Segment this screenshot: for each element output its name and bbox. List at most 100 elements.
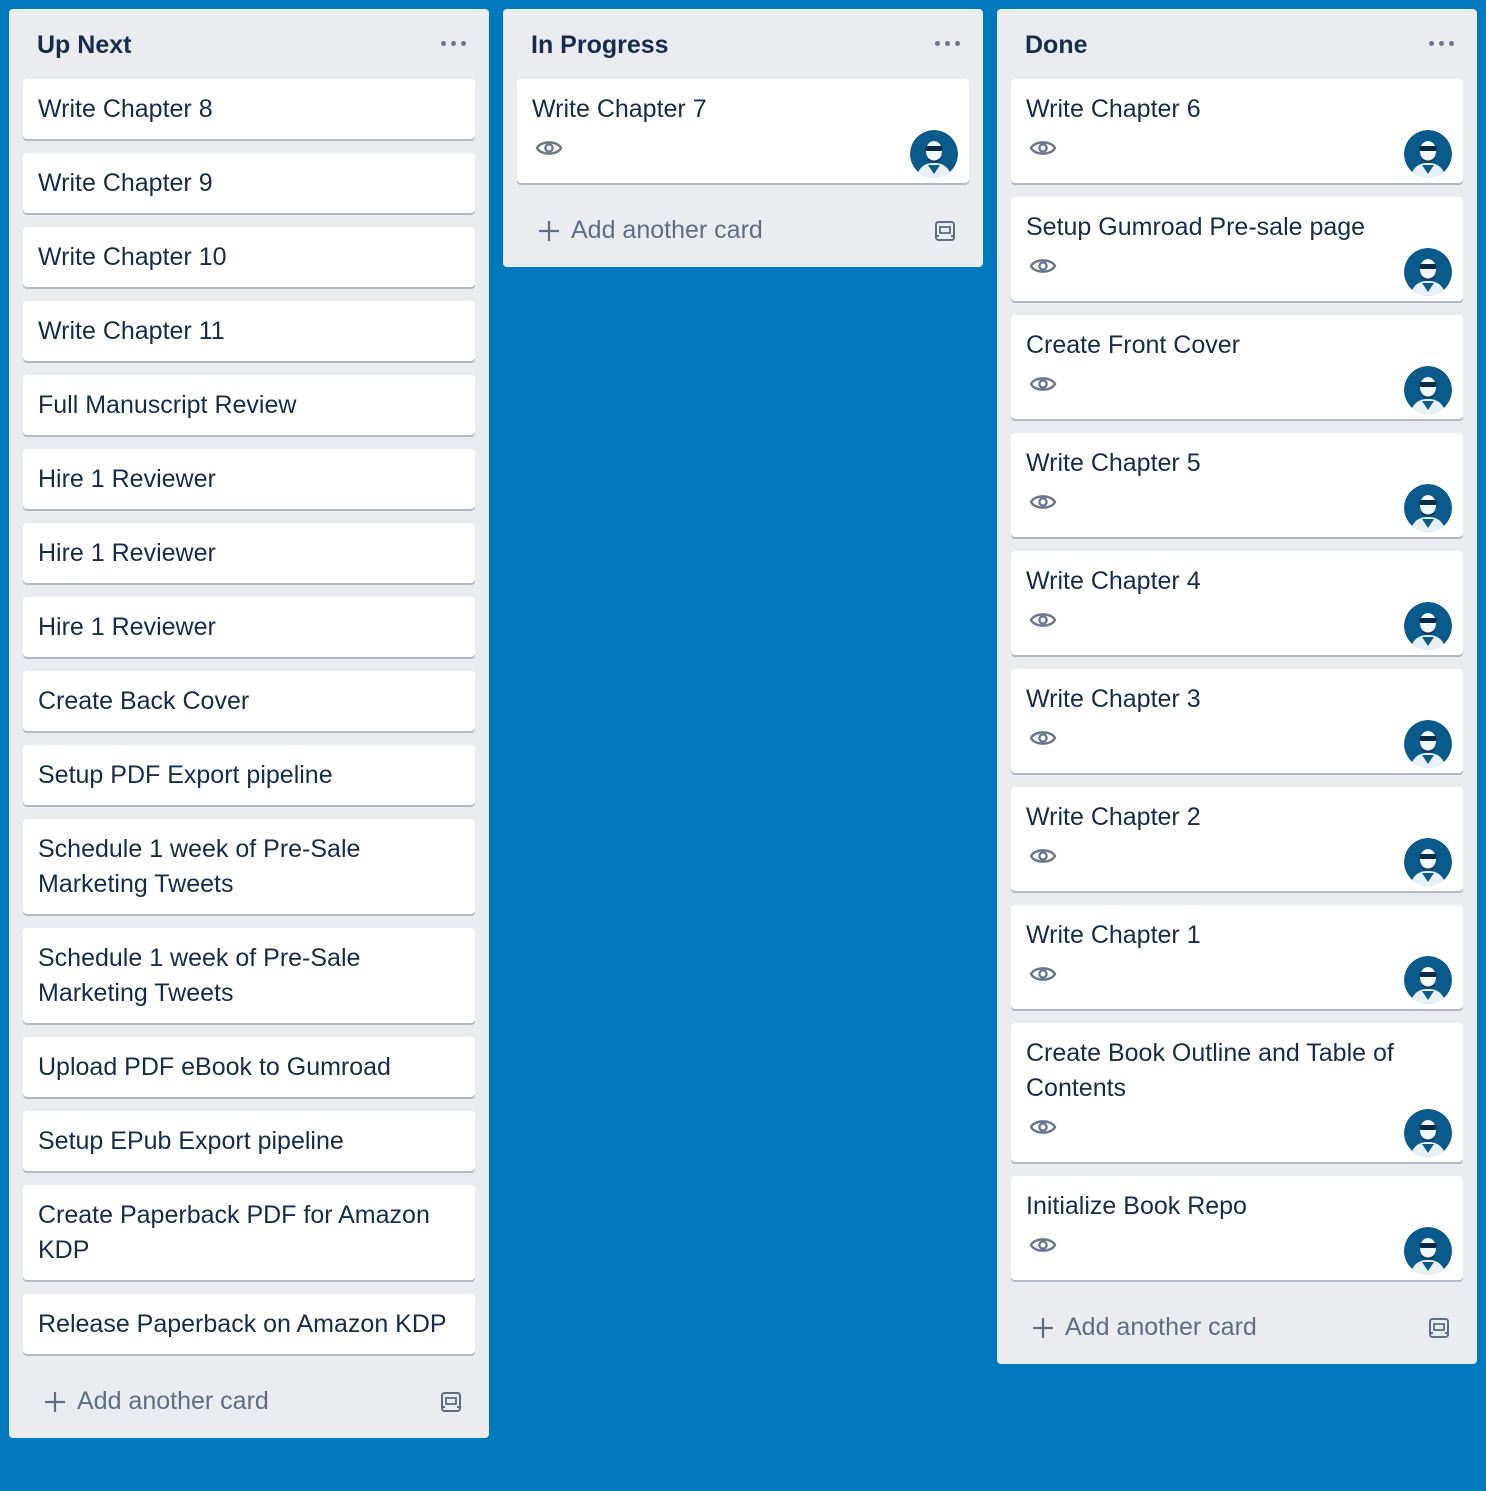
card-title: Setup PDF Export pipeline <box>38 761 333 789</box>
card[interactable]: Upload PDF eBook to Gumroad <box>23 1037 475 1097</box>
card[interactable]: Hire 1 Reviewer <box>23 449 475 509</box>
plus-icon <box>45 1392 65 1412</box>
card-title: Create Back Cover <box>38 687 250 715</box>
add-card-label: Add another card <box>1065 1313 1257 1341</box>
card[interactable]: Hire 1 Reviewer <box>23 523 475 583</box>
card[interactable]: Write Chapter 1 <box>1011 905 1463 1009</box>
card[interactable]: Write Chapter 2 <box>1011 787 1463 891</box>
card-template-icon[interactable] <box>439 1390 463 1414</box>
plus-icon <box>539 221 559 241</box>
card[interactable]: Create Back Cover <box>23 671 475 731</box>
avatar[interactable] <box>1404 484 1452 532</box>
card-title: Schedule 1 week of Pre-Sale Marketing Tw… <box>38 835 361 898</box>
card[interactable]: Write Chapter 4 <box>1011 551 1463 655</box>
card-title: Write Chapter 7 <box>532 95 707 123</box>
card[interactable]: Full Manuscript Review <box>23 375 475 435</box>
card[interactable]: Schedule 1 week of Pre-Sale Marketing Tw… <box>23 819 475 914</box>
list-header: Up Next <box>9 9 489 79</box>
card-badges <box>1011 1224 1463 1280</box>
list-title[interactable]: Done <box>1025 30 1088 60</box>
card[interactable]: Schedule 1 week of Pre-Sale Marketing Tw… <box>23 928 475 1023</box>
card-title: Schedule 1 week of Pre-Sale Marketing Tw… <box>38 944 361 1007</box>
eye-icon <box>1029 495 1057 509</box>
card-badges <box>1011 363 1463 419</box>
card[interactable]: Write Chapter 7 <box>517 79 969 183</box>
card[interactable]: Initialize Book Repo <box>1011 1176 1463 1280</box>
list-done: Done Write Chapter 6 Setup Gumroad Pre-s… <box>997 9 1477 1364</box>
card[interactable]: Hire 1 Reviewer <box>23 597 475 657</box>
card[interactable]: Setup Gumroad Pre-sale page <box>1011 197 1463 301</box>
card-title: Hire 1 Reviewer <box>38 465 216 493</box>
eye-icon <box>1029 1238 1057 1252</box>
card[interactable]: Write Chapter 11 <box>23 301 475 361</box>
list-in-progress: In Progress Write Chapter 7 Add another … <box>503 9 983 267</box>
card-title: Write Chapter 9 <box>38 169 213 197</box>
eye-icon <box>1029 259 1057 273</box>
avatar[interactable] <box>1404 720 1452 768</box>
eye-icon <box>1029 967 1057 981</box>
card[interactable]: Write Chapter 9 <box>23 153 475 213</box>
add-card-button[interactable]: Add another card <box>503 197 983 267</box>
card-title: Write Chapter 2 <box>1026 803 1201 831</box>
card-template-icon[interactable] <box>933 219 957 243</box>
card[interactable]: Write Chapter 5 <box>1011 433 1463 537</box>
add-card-button[interactable]: Add another card <box>9 1368 489 1438</box>
add-card-label: Add another card <box>77 1387 269 1415</box>
card-template-icon[interactable] <box>1427 1316 1451 1340</box>
card[interactable]: Write Chapter 6 <box>1011 79 1463 183</box>
card-title: Write Chapter 8 <box>38 95 213 123</box>
eye-icon <box>1029 1120 1057 1134</box>
card-badges <box>1011 481 1463 537</box>
card[interactable]: Release Paperback on Amazon KDP <box>23 1294 475 1354</box>
avatar[interactable] <box>1404 1227 1452 1275</box>
card-title: Upload PDF eBook to Gumroad <box>38 1053 391 1081</box>
eye-icon <box>1029 377 1057 391</box>
card-badges <box>1011 127 1463 183</box>
more-horizontal-icon[interactable] <box>439 31 469 55</box>
avatar[interactable] <box>1404 602 1452 650</box>
more-horizontal-icon[interactable] <box>933 31 963 55</box>
eye-icon <box>1029 849 1057 863</box>
plus-icon <box>1033 1318 1053 1338</box>
avatar[interactable] <box>1404 956 1452 1004</box>
card-title: Setup Gumroad Pre-sale page <box>1026 213 1366 241</box>
list-header: In Progress <box>503 9 983 79</box>
eye-icon <box>1029 141 1057 155</box>
avatar[interactable] <box>910 130 958 178</box>
card[interactable]: Setup EPub Export pipeline <box>23 1111 475 1171</box>
card-list: Write Chapter 6 Setup Gumroad Pre-sale p… <box>997 79 1477 1280</box>
card-list: Write Chapter 7 <box>503 79 983 183</box>
avatar[interactable] <box>1404 838 1452 886</box>
list-header: Done <box>997 9 1477 79</box>
list-title[interactable]: Up Next <box>37 30 131 60</box>
card[interactable]: Create Paperback PDF for Amazon KDP <box>23 1185 475 1280</box>
card-title: Write Chapter 5 <box>1026 449 1201 477</box>
card[interactable]: Create Book Outline and Table of Content… <box>1011 1023 1463 1162</box>
board: Up Next Write Chapter 8 Write Chapter 9 … <box>0 0 1486 1491</box>
avatar[interactable] <box>1404 130 1452 178</box>
list-up-next: Up Next Write Chapter 8 Write Chapter 9 … <box>9 9 489 1438</box>
card-badges <box>1011 599 1463 655</box>
card-badges <box>1011 1106 1463 1162</box>
card[interactable]: Write Chapter 8 <box>23 79 475 139</box>
card[interactable]: Setup PDF Export pipeline <box>23 745 475 805</box>
card-title: Write Chapter 1 <box>1026 921 1201 949</box>
card-badges <box>517 127 969 183</box>
avatar[interactable] <box>1404 366 1452 414</box>
card-list: Write Chapter 8 Write Chapter 9 Write Ch… <box>9 79 489 1354</box>
card[interactable]: Write Chapter 10 <box>23 227 475 287</box>
card-badges <box>1011 717 1463 773</box>
add-card-button[interactable]: Add another card <box>997 1294 1477 1364</box>
avatar[interactable] <box>1404 1109 1452 1157</box>
more-horizontal-icon[interactable] <box>1427 31 1457 55</box>
list-title[interactable]: In Progress <box>531 30 669 60</box>
card[interactable]: Write Chapter 3 <box>1011 669 1463 773</box>
card-title: Write Chapter 3 <box>1026 685 1201 713</box>
avatar[interactable] <box>1404 248 1452 296</box>
card-title: Write Chapter 6 <box>1026 95 1201 123</box>
card-title: Create Paperback PDF for Amazon KDP <box>38 1201 430 1264</box>
card[interactable]: Create Front Cover <box>1011 315 1463 419</box>
card-title: Hire 1 Reviewer <box>38 539 216 567</box>
card-title: Setup EPub Export pipeline <box>38 1127 344 1155</box>
card-badges <box>1011 835 1463 891</box>
